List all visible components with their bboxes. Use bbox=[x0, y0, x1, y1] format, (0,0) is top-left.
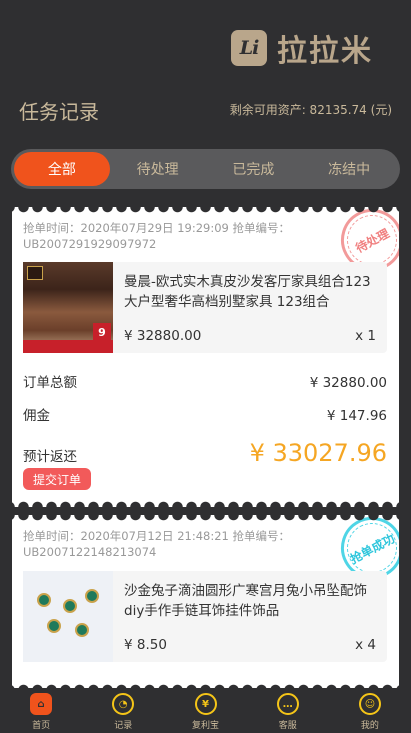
refund-row: 预计返还 ¥ 33027.96 bbox=[23, 439, 387, 467]
record-icon: ◔ bbox=[112, 693, 135, 715]
product-qty: x 1 bbox=[355, 328, 376, 344]
nav-record[interactable]: ◔ 记录 bbox=[82, 688, 164, 733]
submit-order-button[interactable]: 提交订单 bbox=[23, 468, 91, 490]
jewelry-product-image bbox=[23, 571, 113, 662]
nav-label: 复利宝 bbox=[192, 721, 220, 731]
nav-fulibao[interactable]: ¥ 复利宝 bbox=[164, 688, 246, 733]
tab-frozen[interactable]: 冻结中 bbox=[301, 152, 397, 186]
product-item[interactable]: 9 曼晨-欧式实木真皮沙发客厅家具组合123大户型奢华高档别墅家具 123组合 … bbox=[23, 262, 387, 353]
status-tabs: 全部 待处理 已完成 冻结中 bbox=[11, 149, 400, 189]
order-total-label: 订单总额 bbox=[23, 375, 77, 391]
pendant-icon bbox=[63, 599, 77, 613]
promo-badge-icon: 9 bbox=[93, 323, 111, 341]
app-logo: Li 拉拉米 bbox=[231, 26, 373, 70]
refund-label: 预计返还 bbox=[23, 449, 77, 465]
commission-row: 佣金 ¥ 147.96 bbox=[23, 404, 387, 424]
nav-label: 记录 bbox=[114, 721, 133, 731]
product-qty: x 4 bbox=[355, 637, 376, 653]
tab-completed[interactable]: 已完成 bbox=[206, 152, 302, 186]
pendant-icon bbox=[75, 623, 89, 637]
nav-service[interactable]: … 客服 bbox=[247, 688, 329, 733]
logo-badge: Li bbox=[231, 30, 267, 66]
pendant-icon bbox=[85, 589, 99, 603]
promo-banner bbox=[23, 340, 113, 353]
order-total-row: 订单总额 ¥ 32880.00 bbox=[23, 371, 387, 391]
pendant-icon bbox=[37, 593, 51, 607]
commission-label: 佣金 bbox=[23, 408, 50, 424]
home-icon: ⌂ bbox=[30, 693, 53, 715]
commission-value: ¥ 147.96 bbox=[326, 408, 387, 424]
logo-text: 拉拉米 bbox=[277, 34, 373, 69]
money-bag-icon: ¥ bbox=[194, 693, 217, 715]
tab-all[interactable]: 全部 bbox=[14, 152, 110, 186]
order-meta: 抢单时间：2020年07月29日 19:29:09 抢单编号：UB2007291… bbox=[23, 221, 290, 251]
order-card: 抢单时间：2020年07月12日 21:48:21 抢单编号：UB2007122… bbox=[12, 506, 411, 690]
nav-home[interactable]: ⌂ 首页 bbox=[0, 688, 82, 733]
nav-label: 客服 bbox=[278, 721, 297, 731]
order-total-value: ¥ 32880.00 bbox=[309, 375, 387, 391]
bottom-nav: ⌂ 首页 ◔ 记录 ¥ 复利宝 … 客服 ☺ 我的 bbox=[0, 688, 411, 733]
product-price: ¥ 8.50 bbox=[124, 637, 167, 653]
product-name: 曼晨-欧式实木真皮沙发客厅家具组合123大户型奢华高档别墅家具 123组合 bbox=[124, 274, 371, 310]
chat-icon: … bbox=[276, 693, 299, 715]
nav-label: 首页 bbox=[32, 721, 51, 731]
profile-icon: ☺ bbox=[358, 693, 381, 715]
product-item[interactable]: 沙金兔子滴油圆形广寒宫月兔小吊坠配饰diy手作手链耳饰挂件饰品 ¥ 8.50 x… bbox=[23, 571, 387, 662]
order-meta: 抢单时间：2020年07月12日 21:48:21 抢单编号：UB2007122… bbox=[23, 529, 290, 559]
refund-value: ¥ 33027.96 bbox=[249, 439, 387, 467]
order-card: 抢单时间：2020年07月29日 19:29:09 抢单编号：UB2007291… bbox=[12, 198, 411, 507]
brand-logo-icon bbox=[27, 266, 43, 280]
nav-label: 我的 bbox=[360, 721, 379, 731]
nav-profile[interactable]: ☺ 我的 bbox=[329, 688, 411, 733]
balance-text: 剩余可用资产: 82135.74 (元) bbox=[229, 103, 392, 117]
product-price: ¥ 32880.00 bbox=[124, 328, 202, 344]
page-title: 任务记录 bbox=[19, 100, 99, 124]
tab-pending[interactable]: 待处理 bbox=[110, 152, 206, 186]
pendant-icon bbox=[47, 619, 61, 633]
product-name: 沙金兔子滴油圆形广寒宫月兔小吊坠配饰diy手作手链耳饰挂件饰品 bbox=[124, 583, 367, 619]
sofa-product-image: 9 bbox=[23, 262, 113, 353]
